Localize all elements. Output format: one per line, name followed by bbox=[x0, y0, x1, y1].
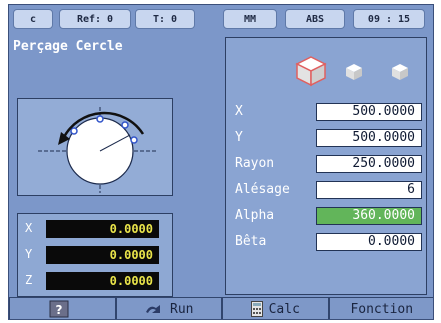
function-softkey[interactable]: Fonction bbox=[328, 297, 433, 319]
page-title: Perçage Cercle bbox=[13, 39, 123, 54]
param-label-radius: Rayon bbox=[235, 156, 275, 171]
mode-indicator: c bbox=[13, 9, 53, 29]
small-cube-icon bbox=[392, 64, 408, 80]
position-readout: X 0.0000 Y 0.0000 Z 0.0000 bbox=[17, 213, 173, 297]
dro-screen: c Ref: 0 T: 0 MM ABS 09 : 15 Perçage Cer… bbox=[8, 4, 434, 320]
param-label-x: X bbox=[235, 104, 243, 119]
axis-label: X bbox=[25, 221, 33, 235]
axis-label: Y bbox=[25, 247, 33, 261]
bolt-circle-diagram bbox=[17, 98, 173, 196]
help-icon: ? bbox=[49, 300, 69, 318]
coord-mode-indicator: ABS bbox=[285, 9, 345, 29]
param-field-alpha[interactable]: 360.0000 bbox=[316, 207, 422, 225]
run-softkey-label: Run bbox=[170, 301, 194, 317]
param-field-radius[interactable]: 250.0000 bbox=[316, 155, 422, 173]
param-label-alpha: Alpha bbox=[235, 208, 275, 223]
ref-label: Ref: bbox=[76, 13, 102, 25]
axis-value: 0.0000 bbox=[46, 220, 159, 238]
tool-indicator: T: 0 bbox=[135, 9, 195, 29]
param-label-holes: Alésage bbox=[235, 182, 290, 197]
help-softkey[interactable]: ? bbox=[9, 297, 116, 319]
svg-text:?: ? bbox=[56, 303, 63, 317]
function-softkey-label: Fonction bbox=[350, 301, 414, 317]
tool-label: T: bbox=[152, 13, 165, 25]
calculator-icon bbox=[250, 301, 263, 317]
axis-value: 0.0000 bbox=[46, 246, 159, 264]
time-text: 09 : 15 bbox=[367, 13, 411, 25]
param-field-beta[interactable]: 0.0000 bbox=[316, 233, 422, 251]
run-icon bbox=[144, 302, 164, 316]
param-label-beta: Bêta bbox=[235, 234, 267, 249]
run-softkey[interactable]: Run bbox=[115, 297, 222, 319]
param-label-y: Y bbox=[235, 130, 243, 145]
mode-text: c bbox=[29, 13, 37, 25]
large-cube-icon bbox=[295, 56, 327, 87]
axis-label: Z bbox=[25, 273, 33, 287]
param-field-holes[interactable]: 6 bbox=[316, 181, 422, 199]
ref-indicator: Ref: 0 bbox=[59, 9, 131, 29]
readout-row-x: X 0.0000 bbox=[18, 218, 172, 240]
param-field-y[interactable]: 500.0000 bbox=[316, 129, 422, 147]
readout-row-z: Z 0.0000 bbox=[18, 270, 172, 292]
bolt-circle-icon bbox=[38, 107, 158, 193]
clock: 09 : 15 bbox=[353, 9, 425, 29]
units-text: MM bbox=[243, 13, 257, 25]
coord-mode-text: ABS bbox=[305, 13, 325, 25]
softkey-bar: ? Run Calc Fonction bbox=[9, 297, 433, 319]
axis-value: 0.0000 bbox=[46, 272, 159, 290]
param-field-x[interactable]: 500.0000 bbox=[316, 103, 422, 121]
units-indicator: MM bbox=[223, 9, 277, 29]
readout-row-y: Y 0.0000 bbox=[18, 244, 172, 266]
tool-value: 0 bbox=[171, 13, 178, 25]
parameter-panel: X 500.0000 Y 500.0000 Rayon 250.0000 Alé… bbox=[225, 37, 427, 295]
calc-softkey[interactable]: Calc bbox=[222, 297, 329, 319]
calc-softkey-label: Calc bbox=[268, 301, 300, 317]
ref-value: 0 bbox=[107, 13, 114, 25]
small-cube-icon bbox=[346, 64, 362, 80]
